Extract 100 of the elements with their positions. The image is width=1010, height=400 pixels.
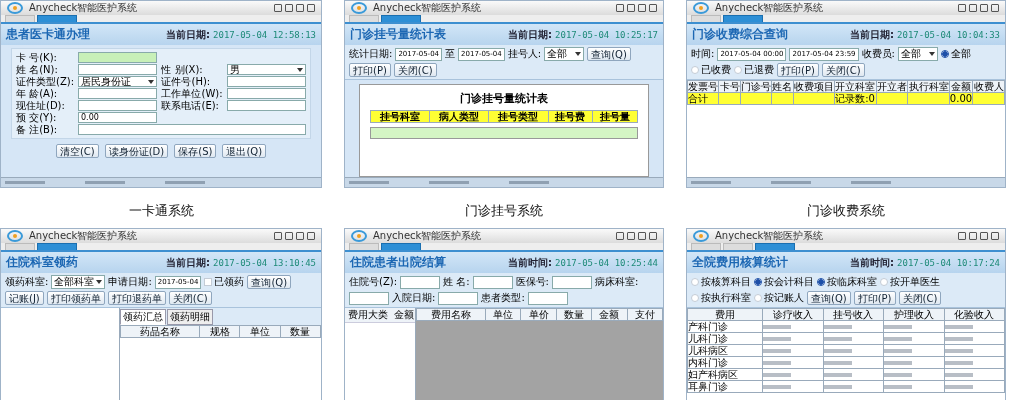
input-field[interactable] (78, 52, 158, 63)
dropdown[interactable]: 居民身份证 (78, 76, 158, 87)
toolbar-button[interactable]: 记账(J) (5, 291, 44, 305)
logo-icon (7, 2, 23, 14)
field-label: 姓 名: (443, 275, 470, 289)
sub-tab[interactable]: 领药汇总 (120, 309, 166, 325)
caption: 门诊收费系统 (806, 202, 886, 220)
input-field[interactable] (78, 88, 158, 99)
toolbar-button[interactable]: 打印退药单 (107, 291, 166, 305)
clock-label: 当前时间: (850, 255, 895, 270)
window-controls-icon[interactable] (616, 4, 657, 12)
radio-button[interactable] (940, 50, 949, 58)
field-label: 患者类型: (481, 291, 525, 305)
field-label: 预 交(Y): (16, 112, 58, 123)
tab[interactable] (349, 15, 379, 22)
input-field[interactable]: 0.00 (78, 112, 158, 123)
tab[interactable] (381, 15, 421, 22)
radio-label: 已收费 (701, 63, 731, 77)
blurred-figure (884, 385, 913, 389)
toolbar-button[interactable]: 打印(P) (349, 63, 391, 77)
dropdown[interactable]: 男 (226, 64, 306, 75)
window-controls-icon[interactable] (958, 232, 999, 240)
form-button[interactable]: 清空(C) (55, 144, 99, 158)
toolbar-button[interactable]: 关闭(C) (168, 291, 212, 305)
input-field[interactable] (226, 88, 306, 99)
radio-button[interactable] (817, 278, 825, 286)
field-label: 领药科室: (5, 275, 49, 289)
radio-label: 按临床科室 (827, 275, 877, 289)
radio-button[interactable] (754, 278, 762, 286)
caption: 一卡通系统 (127, 202, 195, 220)
column-header: 费用名称 (416, 308, 486, 321)
input-field[interactable] (78, 100, 158, 111)
dropdown[interactable]: 全部 (544, 47, 585, 61)
clock: 2017-05-04 13:10:45 (213, 257, 316, 268)
toolbar-button[interactable]: 关闭(C) (898, 291, 942, 305)
window-controls-icon[interactable] (958, 4, 999, 12)
tab[interactable] (381, 243, 421, 250)
blurred-figure (823, 385, 852, 389)
input-field[interactable] (226, 100, 306, 111)
tab[interactable] (37, 243, 77, 250)
window-title: Anycheck智能医护系统 (29, 1, 138, 15)
radio-label: 按开单医生 (890, 275, 940, 289)
dropdown[interactable]: 全部 (897, 47, 938, 61)
radio-label: 已退费 (744, 63, 774, 77)
toolbar-button[interactable]: 打印(P) (853, 291, 896, 305)
sub-tab[interactable]: 领药明细 (167, 309, 213, 325)
toolbar-button[interactable]: 打印(P) (777, 63, 819, 77)
column-header: 执行科室 (907, 80, 950, 93)
toolbar-button[interactable]: 关闭(C) (393, 63, 437, 77)
column-header: 金额 (949, 80, 973, 93)
column-header: 姓名 (771, 80, 794, 93)
tab[interactable] (723, 243, 753, 250)
tab[interactable] (755, 243, 795, 250)
form-button[interactable]: 保存(S) (174, 144, 217, 158)
blurred-figure (944, 349, 973, 353)
radio-label: 按执行科室 (701, 291, 751, 305)
clock: 2017-05-04 12:58:13 (213, 29, 316, 40)
tab[interactable] (5, 243, 35, 250)
input-field[interactable] (349, 291, 389, 305)
input-field[interactable] (527, 291, 568, 305)
tab[interactable] (5, 15, 35, 22)
input-field[interactable] (472, 275, 513, 289)
form-button[interactable]: 退出(Q) (222, 144, 267, 158)
column-header: 收费人 (972, 80, 1005, 93)
table-cell: 内科门诊 (687, 356, 763, 369)
field-label: 医保号: (515, 275, 549, 289)
dropdown[interactable]: 全部科室 (51, 275, 106, 289)
window-controls-icon[interactable] (274, 232, 315, 240)
input-field[interactable] (78, 124, 306, 135)
toolbar-button[interactable]: 查询(Q) (247, 275, 292, 289)
input-field[interactable] (400, 275, 441, 289)
field-label: 证件号(H): (161, 76, 212, 87)
checkbox[interactable] (204, 278, 213, 286)
toolbar-button[interactable]: 查询(Q) (587, 47, 631, 61)
field-label: 统计日期: (349, 47, 393, 61)
form-button[interactable]: 读身份证(D) (104, 144, 169, 158)
input-field[interactable] (78, 64, 158, 75)
logo-icon (351, 230, 367, 242)
tab[interactable] (723, 15, 763, 22)
window-title: Anycheck智能医护系统 (29, 229, 138, 243)
input-field[interactable] (438, 291, 479, 305)
tab[interactable] (349, 243, 379, 250)
toolbar-button[interactable]: 关闭(C) (821, 63, 865, 77)
input-field[interactable] (226, 76, 306, 87)
column-header: 护理收入 (883, 308, 944, 321)
input-field[interactable] (551, 275, 592, 289)
toolbar-button[interactable]: 查询(Q) (807, 291, 851, 305)
tab[interactable] (691, 243, 721, 250)
column-header: 化验收入 (944, 308, 1005, 321)
field-label: 住院号(Z): (349, 275, 398, 289)
toolbar-button[interactable]: 打印领药单 (46, 291, 105, 305)
blurred-figure (823, 337, 852, 341)
tab[interactable] (691, 15, 721, 22)
window-controls-icon[interactable] (274, 4, 315, 12)
column-header: 金额 (394, 308, 414, 322)
table-cell: 妇产科病区 (687, 368, 763, 381)
caret-icon (297, 67, 303, 72)
column-header: 开立者 (876, 80, 908, 93)
tab[interactable] (37, 15, 77, 22)
window-controls-icon[interactable] (616, 232, 657, 240)
